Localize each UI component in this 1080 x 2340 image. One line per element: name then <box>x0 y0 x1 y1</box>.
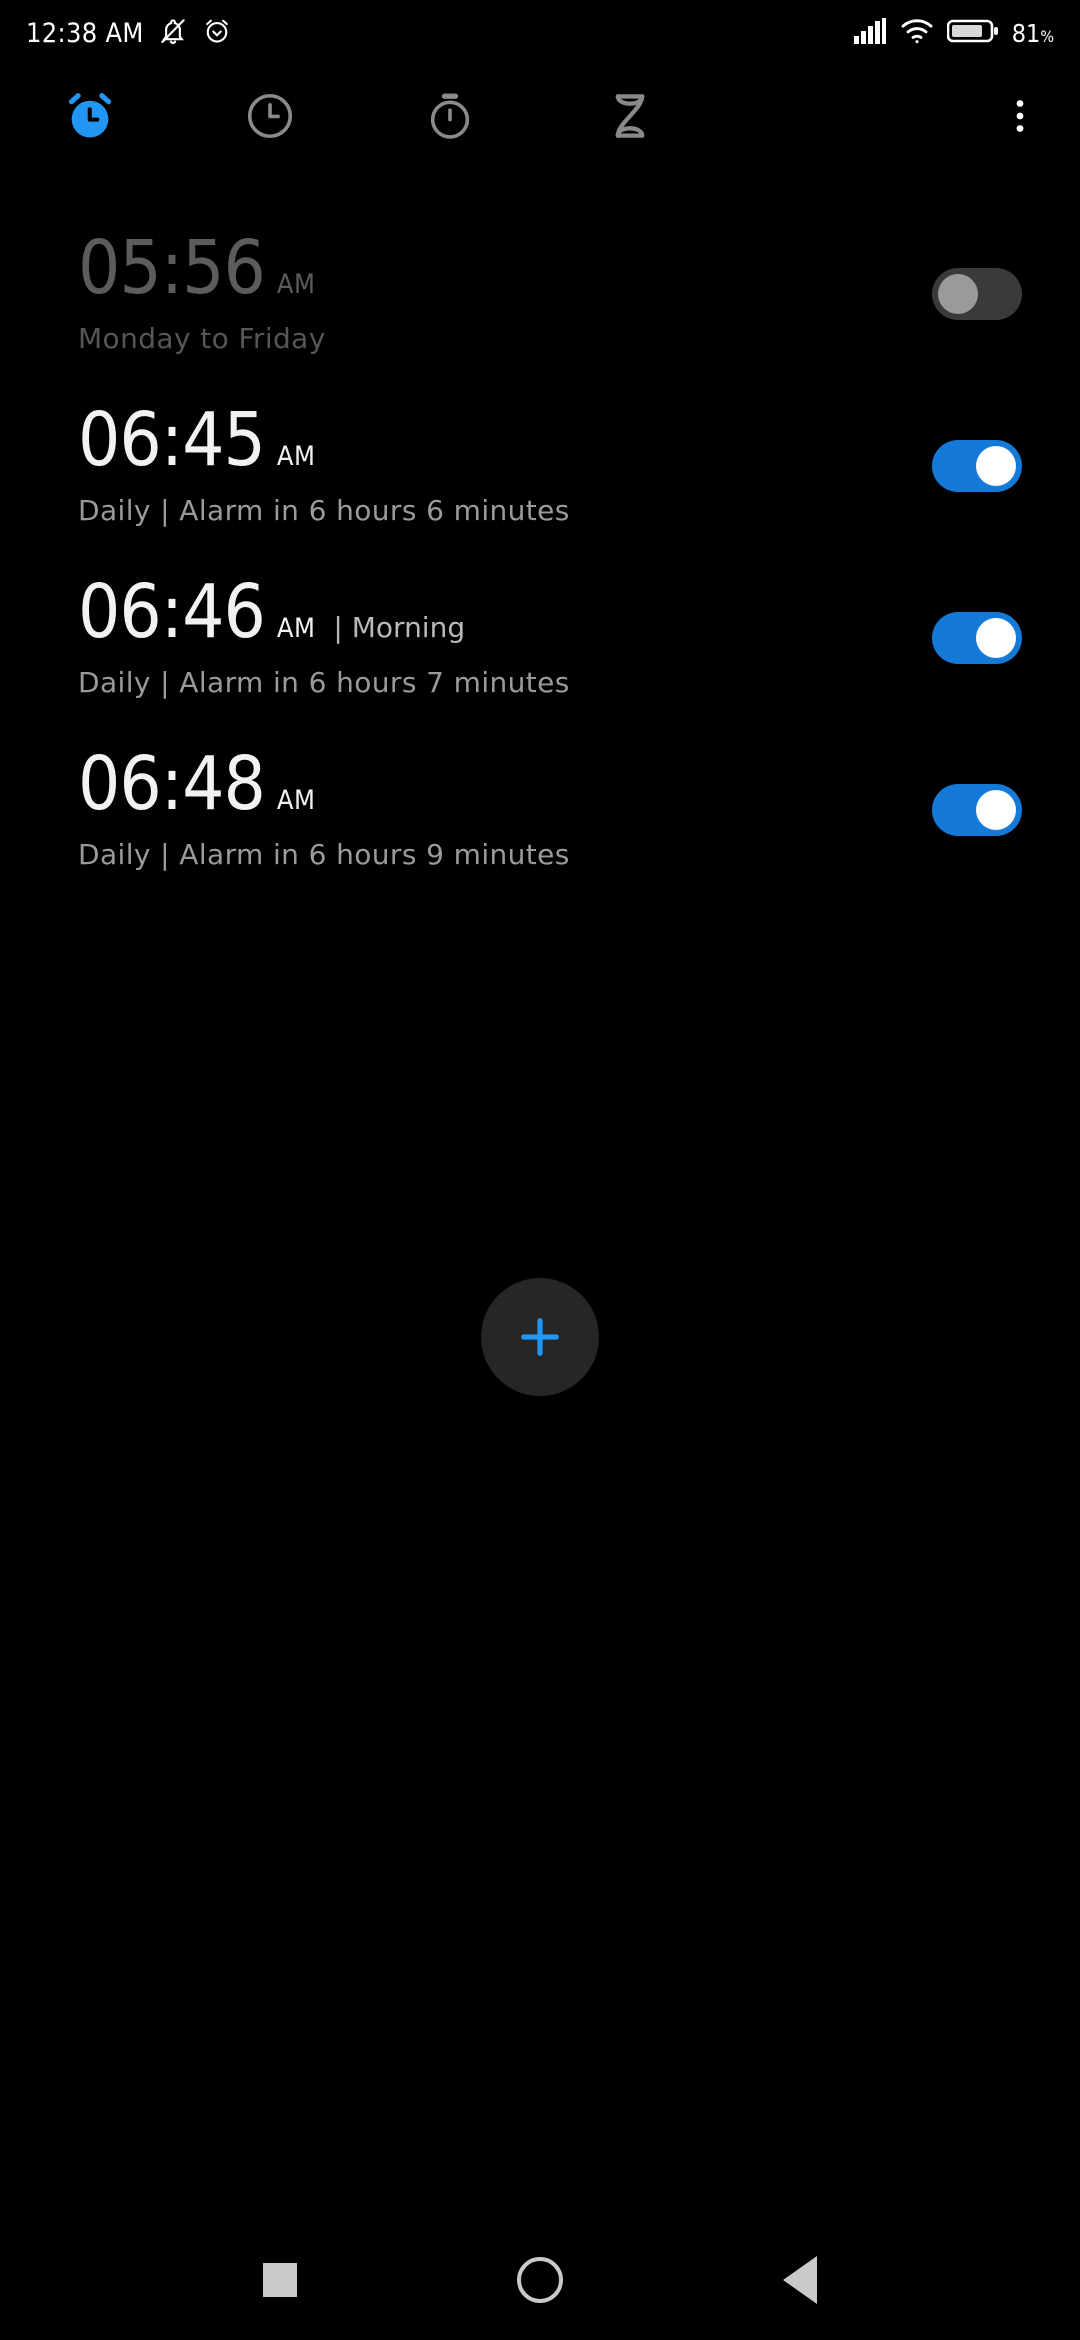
toggle-knob <box>976 790 1016 830</box>
signal-bars-icon <box>853 17 887 49</box>
tab-bar <box>0 66 1080 166</box>
alarm-subtitle: Daily | Alarm in 6 hours 9 minutes <box>78 837 570 871</box>
alarm-toggle[interactable] <box>932 268 1022 320</box>
tab-stopwatch[interactable] <box>360 66 540 166</box>
alarm-row[interactable]: 06:45 AM Daily | Alarm in 6 hours 6 minu… <box>0 380 1080 552</box>
alarm-subtitle: Monday to Friday <box>78 321 326 355</box>
toggle-knob <box>938 274 978 314</box>
alarm-toggle[interactable] <box>932 612 1022 664</box>
clock-icon <box>247 93 293 139</box>
alarm-ampm: AM <box>276 269 316 301</box>
wifi-icon <box>900 17 934 49</box>
recents-square-icon <box>263 2263 297 2297</box>
alarm-time-line: 06:45 AM <box>78 397 570 484</box>
alarm-time: 05:56 <box>78 225 266 312</box>
alarm-toggle[interactable] <box>932 784 1022 836</box>
recents-button[interactable] <box>225 2225 335 2335</box>
battery-percent-label: 81% <box>1011 18 1054 48</box>
add-alarm-button[interactable] <box>481 1278 599 1396</box>
status-bar: 12:38 AM 81% <box>0 0 1080 66</box>
tab-clock[interactable] <box>180 66 360 166</box>
alarm-subtitle: Daily | Alarm in 6 hours 6 minutes <box>78 493 570 527</box>
alarm-time: 06:46 <box>78 569 266 656</box>
alarm-ampm: AM <box>276 785 316 817</box>
alarm-toggle[interactable] <box>932 440 1022 492</box>
home-circle-icon <box>517 2257 563 2303</box>
alarm-time-line: 06:46 AM | Morning <box>78 569 570 656</box>
back-triangle-icon <box>783 2256 817 2304</box>
alarm-info: 06:48 AM Daily | Alarm in 6 hours 9 minu… <box>78 741 570 871</box>
alarm-info: 06:45 AM Daily | Alarm in 6 hours 6 minu… <box>78 397 570 527</box>
bell-muted-icon <box>158 16 188 50</box>
alarm-set-icon <box>202 16 232 50</box>
alarm-ampm: AM <box>276 613 316 645</box>
alarm-list: 05:56 AM Monday to Friday 06:45 AM Daily… <box>0 208 1080 896</box>
tab-alarm[interactable] <box>0 66 180 166</box>
alarm-info: 06:46 AM | Morning Daily | Alarm in 6 ho… <box>78 569 570 699</box>
toggle-knob <box>976 618 1016 658</box>
alarm-time-line: 05:56 AM <box>78 225 333 312</box>
more-vertical-icon <box>1016 100 1024 132</box>
status-bar-right: 81% <box>853 17 1054 49</box>
alarm-time: 06:48 <box>78 741 266 828</box>
battery-icon <box>946 17 999 49</box>
home-button[interactable] <box>485 2225 595 2335</box>
alarm-row[interactable]: 06:48 AM Daily | Alarm in 6 hours 9 minu… <box>0 724 1080 896</box>
alarm-row[interactable]: 05:56 AM Monday to Friday <box>0 208 1080 380</box>
alarm-time-line: 06:48 AM <box>78 741 570 828</box>
tab-overflow-menu[interactable] <box>960 66 1080 166</box>
alarm-time: 06:45 <box>78 397 266 484</box>
android-navigation-bar <box>0 2220 1080 2340</box>
tab-timer[interactable] <box>540 66 720 166</box>
alarm-subtitle: Daily | Alarm in 6 hours 7 minutes <box>78 665 570 699</box>
hourglass-icon <box>615 94 645 138</box>
back-button[interactable] <box>745 2225 855 2335</box>
alarm-info: 05:56 AM Monday to Friday <box>78 225 333 355</box>
alarm-label: | Morning <box>333 611 466 645</box>
plus-icon <box>521 1318 559 1356</box>
alarm-row[interactable]: 06:46 AM | Morning Daily | Alarm in 6 ho… <box>0 552 1080 724</box>
alarm-clock-icon <box>68 93 112 138</box>
status-bar-left: 12:38 AM <box>26 16 232 50</box>
toggle-knob <box>976 446 1016 486</box>
status-bar-clock: 12:38 AM <box>26 17 144 49</box>
alarm-ampm: AM <box>276 441 316 473</box>
stopwatch-icon <box>430 93 470 139</box>
